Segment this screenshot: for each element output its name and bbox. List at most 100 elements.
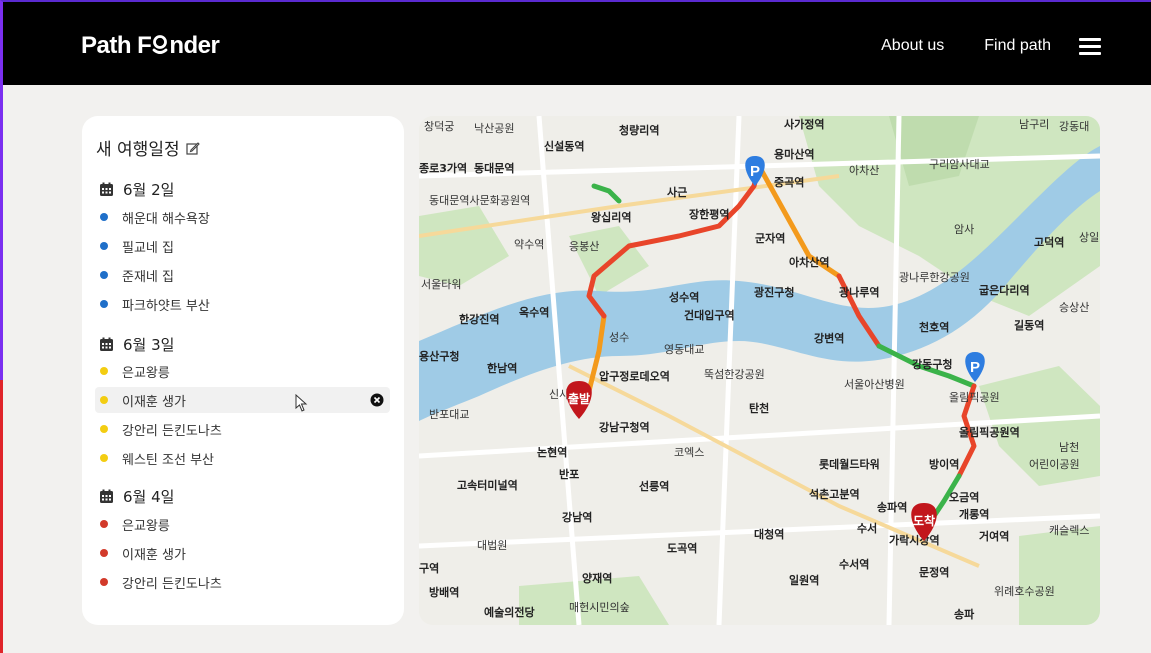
svg-text:방이역: 방이역 (929, 457, 959, 471)
svg-text:구역: 구역 (419, 561, 439, 575)
itinerary-panel: 새 여행일정 6월 2일 해운대 해수욕장 필교네 집 준재네 집 파크하얏트 … (82, 116, 404, 625)
stop-item[interactable]: 준재네 집 (95, 262, 390, 288)
svg-text:약수역: 약수역 (514, 237, 544, 251)
stop-label: 해운대 해수욕장 (122, 211, 210, 227)
svg-text:출발: 출발 (568, 391, 590, 406)
svg-text:강남역: 강남역 (562, 510, 592, 524)
svg-text:장한평역: 장한평역 (689, 207, 729, 221)
svg-text:암사: 암사 (954, 223, 974, 236)
stop-dot (100, 396, 108, 404)
svg-text:일원역: 일원역 (789, 573, 819, 587)
stop-label: 강안리 든킨도나츠 (122, 423, 222, 439)
map-canvas[interactable]: 창덕궁 낙산공원 신설동역 청량리역 사가정역 용마산역 아차산 구리암사대교 … (419, 116, 1100, 625)
svg-text:한남역: 한남역 (487, 361, 517, 375)
stop-label: 강안리 든킨도나츠 (122, 576, 222, 592)
stop-item[interactable]: 해운대 해수욕장 (95, 204, 390, 230)
logo[interactable]: Path F nder (81, 32, 220, 62)
svg-text:고덕역: 고덕역 (1034, 235, 1064, 249)
svg-text:상일: 상일 (1079, 230, 1099, 244)
stop-dot (100, 242, 108, 250)
svg-text:아차산: 아차산 (849, 164, 879, 177)
stop-dot (100, 454, 108, 462)
svg-text:동대문역사문화공원역: 동대문역사문화공원역 (429, 194, 530, 207)
svg-text:강동구청: 강동구청 (912, 357, 952, 371)
svg-text:송파: 송파 (954, 607, 975, 621)
stop-dot (100, 520, 108, 528)
logo-pin-icon (151, 34, 169, 62)
stop-item[interactable]: 강안리 든킨도나츠 (95, 416, 390, 442)
logo-text-nder: nder (169, 32, 220, 59)
route-map[interactable]: 창덕궁 낙산공원 신설동역 청량리역 사가정역 용마산역 아차산 구리암사대교 … (419, 116, 1100, 625)
day-label: 6월 3일 (123, 336, 175, 354)
svg-text:수서역: 수서역 (839, 557, 869, 571)
stop-item[interactable]: 강안리 든킨도나츠 (95, 569, 390, 595)
svg-text:강남구청역: 강남구청역 (599, 420, 650, 434)
svg-text:도착: 도착 (913, 513, 935, 528)
site-header: Path F nder About us Find path (3, 2, 1151, 85)
svg-text:석촌고분역: 석촌고분역 (809, 487, 860, 501)
stop-item[interactable]: 은교왕릉 (95, 511, 390, 537)
svg-text:성수역: 성수역 (669, 290, 699, 304)
stop-dot (100, 367, 108, 375)
remove-stop-icon[interactable] (370, 393, 384, 407)
stop-item[interactable]: 파크하얏트 부산 (95, 291, 390, 317)
svg-text:올림픽공원: 올림픽공원 (949, 391, 1000, 404)
stop-label: 이재훈 생가 (122, 547, 186, 563)
day-header-3[interactable]: 6월 4일 (99, 486, 174, 507)
svg-text:옥수역: 옥수역 (519, 305, 549, 319)
svg-text:서울아산병원: 서울아산병원 (844, 378, 905, 391)
nav-find-path[interactable]: Find path (984, 37, 1051, 55)
svg-text:군자역: 군자역 (755, 231, 785, 245)
svg-text:왕십리역: 왕십리역 (591, 210, 631, 224)
nav-about-us[interactable]: About us (881, 37, 944, 55)
svg-text:방배역: 방배역 (429, 585, 459, 599)
svg-text:청량리역: 청량리역 (619, 123, 659, 137)
svg-text:남천: 남천 (1059, 440, 1079, 454)
svg-text:가락시장역: 가락시장역 (889, 533, 940, 547)
svg-text:고속터미널역: 고속터미널역 (457, 478, 518, 492)
stop-item-hovered[interactable]: 이재훈 생가 (95, 387, 390, 413)
svg-text:올림픽공원역: 올림픽공원역 (959, 425, 1020, 439)
svg-text:길동역: 길동역 (1014, 318, 1044, 332)
svg-text:사근: 사근 (667, 185, 687, 199)
stop-dot (100, 271, 108, 279)
stop-label: 웨스틴 조선 부산 (122, 452, 214, 468)
svg-text:압구정로데오역: 압구정로데오역 (599, 369, 670, 383)
stop-label: 준재네 집 (122, 269, 174, 285)
stop-item[interactable]: 필교네 집 (95, 233, 390, 259)
svg-text:대법원: 대법원 (477, 539, 507, 552)
day-header-2[interactable]: 6월 3일 (99, 334, 174, 355)
svg-text:아차산역: 아차산역 (789, 255, 829, 269)
svg-text:거여역: 거여역 (979, 529, 1009, 543)
stop-item[interactable]: 웨스틴 조선 부산 (95, 445, 390, 471)
itinerary-title-text: 새 여행일정 (96, 140, 180, 160)
hamburger-menu-icon[interactable] (1079, 38, 1101, 55)
svg-text:오금역: 오금역 (949, 490, 979, 504)
svg-text:중곡역: 중곡역 (774, 175, 804, 189)
svg-text:반포: 반포 (559, 467, 579, 481)
svg-text:P: P (970, 359, 980, 376)
stop-item[interactable]: 이재훈 생가 (95, 540, 390, 566)
svg-text:코엑스: 코엑스 (674, 446, 704, 459)
svg-text:신설동역: 신설동역 (544, 139, 584, 153)
svg-text:논현역: 논현역 (537, 445, 567, 459)
svg-text:롯데월드타워: 롯데월드타워 (819, 457, 880, 471)
svg-text:수서: 수서 (857, 521, 877, 535)
svg-text:구리암사대교: 구리암사대교 (929, 158, 990, 171)
svg-text:종로3가역: 종로3가역 (419, 161, 467, 175)
svg-text:동대문역: 동대문역 (474, 161, 514, 175)
day-header-1[interactable]: 6월 2일 (99, 179, 174, 200)
svg-text:송파역: 송파역 (877, 500, 907, 514)
svg-text:반포대교: 반포대교 (429, 408, 469, 421)
calendar-icon (100, 489, 113, 503)
day-label: 6월 4일 (123, 488, 175, 506)
stop-item[interactable]: 은교왕릉 (95, 358, 390, 384)
svg-text:건대입구역: 건대입구역 (684, 308, 735, 322)
itinerary-title: 새 여행일정 (96, 135, 200, 160)
svg-text:용마산역: 용마산역 (774, 147, 814, 161)
svg-text:사가정역: 사가정역 (784, 117, 824, 131)
svg-text:응봉산: 응봉산 (569, 240, 599, 253)
edit-icon[interactable] (186, 141, 200, 155)
svg-text:낙산공원: 낙산공원 (474, 122, 514, 135)
main-area: 새 여행일정 6월 2일 해운대 해수욕장 필교네 집 준재네 집 파크하얏트 … (3, 85, 1151, 653)
